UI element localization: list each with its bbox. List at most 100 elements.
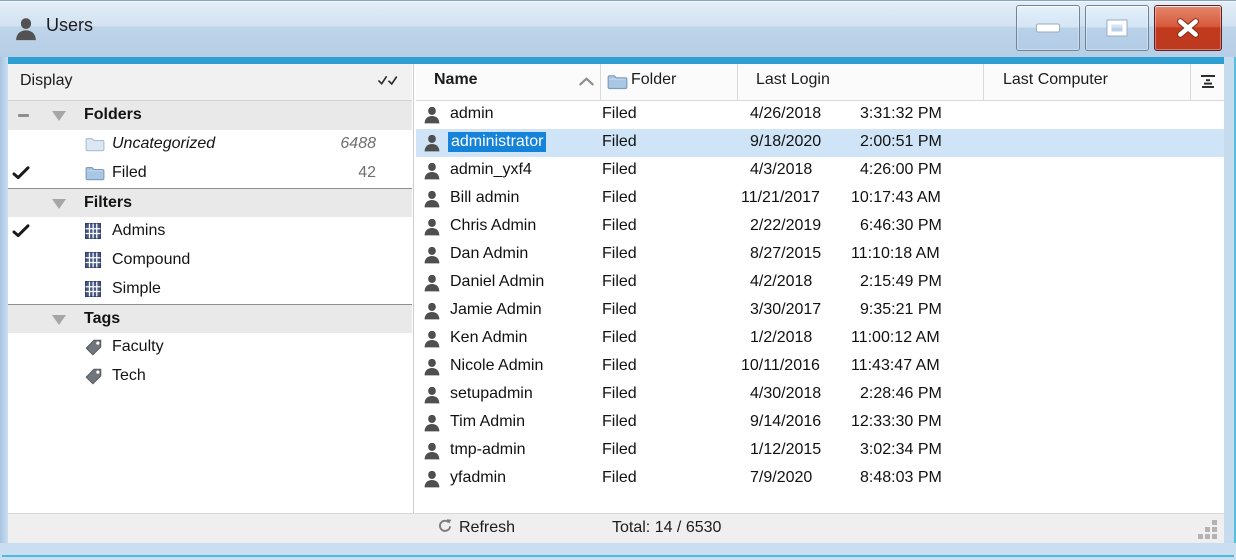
section-label: Tags: [84, 310, 121, 327]
list-item-uncategorized[interactable]: Uncategorized 6488: [8, 130, 412, 159]
section-label: Folders: [84, 106, 142, 123]
item-count: 6488: [340, 135, 376, 152]
cell-name: admin: [416, 101, 600, 129]
user-row-ken-admin[interactable]: Ken Admin Filed 1/2/2018 11:00:12 AM: [416, 325, 1224, 353]
user-row-dan-admin[interactable]: Dan Admin Filed 8/27/2015 11:10:18 AM: [416, 241, 1224, 269]
user-row-bill-admin[interactable]: Bill admin Filed 11/21/2017 10:17:43 AM: [416, 185, 1224, 213]
cell-name: administrator: [416, 129, 600, 157]
close-button[interactable]: [1154, 5, 1222, 51]
cell-last-login: 2/22/2019 6:46:30 PM: [737, 217, 983, 241]
user-icon: [423, 358, 441, 376]
list-item-label: Tech: [112, 367, 146, 384]
cell-name: setupadmin: [416, 381, 600, 409]
sort-asc-icon: [579, 77, 594, 86]
display-panel-header[interactable]: Display: [8, 64, 412, 101]
list-item-faculty[interactable]: Faculty: [8, 333, 412, 362]
login-date: 3/30/2017: [750, 301, 822, 318]
user-row-chris-admin[interactable]: Chris Admin Filed 2/22/2019 6:46:30 PM: [416, 213, 1224, 241]
section-header-tags[interactable]: Tags: [8, 304, 412, 333]
window-border-bottom: [0, 543, 1236, 560]
cell-last-login: 11/21/2017 10:17:43 AM: [737, 189, 983, 213]
login-date: 1/2/2018: [750, 329, 813, 346]
user-icon: [423, 302, 441, 320]
section-label: Filters: [84, 194, 133, 211]
cell-last-login: 10/11/2016 11:43:47 AM: [737, 357, 983, 381]
cell-last-login: 4/3/2018 4:26:00 PM: [737, 161, 983, 185]
titlebar[interactable]: Users: [0, 1, 1236, 57]
user-name: Nicole Admin: [450, 357, 544, 374]
table-header: Name Folder Last Login Last Computer: [416, 64, 1224, 101]
user-row-tmp-admin[interactable]: tmp-admin Filed 1/12/2015 3:02:34 PM: [416, 437, 1224, 465]
refresh-button[interactable]: Refresh: [437, 518, 515, 537]
user-row-yfadmin[interactable]: yfadmin Filed 7/9/2020 8:48:03 PM: [416, 465, 1224, 493]
user-row-admin[interactable]: admin Filed 4/26/2018 3:31:32 PM: [416, 101, 1224, 129]
accent-strip: [8, 57, 1224, 64]
list-item-simple[interactable]: Simple: [8, 275, 412, 304]
user-row-admin-yxf4[interactable]: admin_yxf4 Filed 4/3/2018 4:26:00 PM: [416, 157, 1224, 185]
cell-folder: Filed: [602, 385, 637, 402]
user-name: admin_yxf4: [450, 161, 532, 178]
user-row-tim-admin[interactable]: Tim Admin Filed 9/14/2016 12:33:30 PM: [416, 409, 1224, 437]
login-date: 11/21/2017: [741, 189, 820, 206]
login-date: 1/12/2015: [750, 441, 822, 458]
collapse-minus-icon[interactable]: [18, 114, 29, 117]
user-row-administrator[interactable]: administrator Filed 9/18/2020 2:00:51 PM: [416, 129, 1224, 157]
section-header-folders[interactable]: Folders: [8, 101, 412, 130]
folder-icon: [85, 165, 105, 181]
user-icon: [423, 274, 441, 292]
cell-folder: Filed: [602, 273, 637, 290]
minimize-icon: [1036, 23, 1060, 33]
window-controls: [1016, 5, 1222, 51]
cell-folder: Filed: [602, 245, 637, 262]
list-item-compound[interactable]: Compound: [8, 246, 412, 275]
user-row-nicole-admin[interactable]: Nicole Admin Filed 10/11/2016 11:43:47 AM: [416, 353, 1224, 381]
window-border-left: [0, 57, 8, 560]
login-date: 7/9/2020: [750, 469, 813, 486]
column-header-last-computer[interactable]: Last Computer: [983, 64, 1190, 101]
list-item-admins[interactable]: Admins: [8, 217, 412, 246]
filter-grid-icon: [85, 252, 101, 268]
column-label-name: Name: [434, 71, 478, 88]
column-header-last-login[interactable]: Last Login: [737, 64, 983, 101]
maximize-button[interactable]: [1085, 5, 1149, 51]
window-border-right: [1224, 57, 1236, 560]
user-row-jamie-admin[interactable]: Jamie Admin Filed 3/30/2017 9:35:21 PM: [416, 297, 1224, 325]
list-item-filed[interactable]: Filed 42: [8, 159, 412, 188]
collapse-triangle-icon[interactable]: [52, 315, 66, 325]
user-name: yfadmin: [450, 469, 507, 486]
login-time: 6:46:30 PM: [860, 217, 942, 234]
cell-name: Bill admin: [416, 185, 600, 213]
user-icon: [423, 330, 441, 348]
user-icon: [423, 386, 441, 404]
column-label-folder: Folder: [631, 71, 677, 88]
list-item-label: Compound: [112, 251, 191, 268]
filter-grid-icon: [85, 223, 101, 239]
cell-folder: Filed: [602, 105, 637, 122]
close-icon: [1176, 18, 1200, 38]
column-chooser-button[interactable]: [1190, 64, 1224, 101]
minimize-button[interactable]: [1016, 5, 1080, 51]
cell-name: Ken Admin: [416, 325, 600, 353]
user-row-setupadmin[interactable]: setupadmin Filed 4/30/2018 2:28:46 PM: [416, 381, 1224, 409]
collapse-triangle-icon[interactable]: [52, 111, 66, 121]
resize-grip[interactable]: [1198, 520, 1218, 540]
list-item-label: Faculty: [112, 338, 164, 355]
cell-last-login: 8/27/2015 11:10:18 AM: [737, 245, 983, 269]
double-check-icon[interactable]: [378, 75, 400, 86]
collapse-triangle-icon[interactable]: [52, 199, 66, 209]
folder-icon: [85, 136, 105, 152]
login-date: 4/30/2018: [750, 385, 822, 402]
panel-separator[interactable]: [413, 64, 414, 513]
cell-folder: Filed: [602, 301, 637, 318]
total-count: Total: 14 / 6530: [612, 519, 722, 536]
user-icon: [423, 470, 441, 488]
column-header-folder[interactable]: Folder: [600, 64, 737, 101]
user-row-daniel-admin[interactable]: Daniel Admin Filed 4/2/2018 2:15:49 PM: [416, 269, 1224, 297]
login-date: 9/14/2016: [750, 413, 822, 430]
column-header-name[interactable]: Name: [416, 64, 600, 101]
section-header-filters[interactable]: Filters: [8, 188, 412, 217]
list-item-tech[interactable]: Tech: [8, 362, 412, 391]
login-time: 11:00:12 AM: [851, 329, 940, 346]
cell-folder: Filed: [602, 161, 637, 178]
users-window: Users Display Folders Uncategorized 6488…: [0, 0, 1236, 560]
